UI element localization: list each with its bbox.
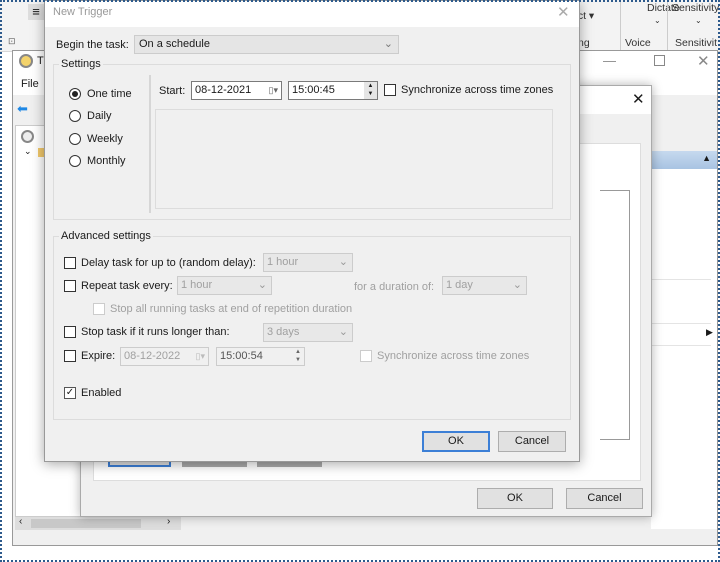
properties-cancel-button[interactable]: Cancel — [566, 488, 643, 509]
schedule-details-panel — [155, 109, 553, 209]
horizontal-scrollbar[interactable]: ‹ › — [15, 516, 181, 530]
delay-label: Delay task for up to (random delay): — [81, 257, 256, 269]
start-time-value: 15:00:45 — [292, 84, 335, 96]
chevron-down-icon: ⌄ — [338, 256, 348, 268]
close-icon[interactable]: ✕ — [697, 52, 710, 70]
stop-all-checkbox[interactable] — [93, 303, 105, 315]
start-label: Start: — [159, 85, 186, 97]
calendar-dropdown-icon[interactable]: ▯▾ — [196, 348, 205, 365]
collapse-up-icon[interactable]: ▲ — [702, 153, 711, 163]
radio-label: Monthly — [87, 155, 126, 167]
duration-select[interactable]: 1 day ⌄ — [442, 276, 527, 295]
back-arrow-icon[interactable]: ⬅ — [17, 101, 28, 117]
expire-label: Expire: — [81, 350, 116, 362]
delay-checkbox[interactable] — [64, 257, 76, 269]
stop-all-label: Stop all running tasks at end of repetit… — [110, 303, 353, 315]
enabled-checkbox[interactable]: ✓ — [64, 387, 76, 399]
radio-label: Daily — [87, 110, 112, 122]
dialog-launcher-icon[interactable]: ⊡ — [8, 36, 16, 47]
begin-task-value: On a schedule — [139, 38, 210, 50]
radio-label: Weekly — [87, 133, 123, 145]
start-date-value: 08-12-2021 — [195, 84, 252, 96]
expire-sync-label: Synchronize across time zones — [377, 350, 530, 362]
chevron-down-icon: ⌄ — [695, 16, 702, 25]
properties-ok-button[interactable]: OK — [477, 488, 553, 509]
expire-time-value: 15:00:54 — [220, 350, 263, 362]
radio-label: One time — [87, 88, 132, 100]
advanced-settings-label: Advanced settings — [59, 230, 153, 242]
time-spinner-icon[interactable]: ▲ ▼ — [292, 348, 304, 365]
time-spinner-icon[interactable]: ▲ ▼ — [364, 82, 377, 99]
dialog-title: New Trigger — [53, 6, 113, 18]
start-date-picker[interactable]: 08-12-2021 ▯▾ — [191, 81, 282, 100]
enabled-label: Enabled — [81, 387, 122, 399]
expire-checkbox[interactable] — [64, 350, 76, 362]
new-trigger-dialog: New Trigger ✕ Begin the task: On a sched… — [44, 0, 580, 462]
delay-select[interactable]: 1 hour ⌄ — [263, 253, 353, 272]
close-icon[interactable]: ✕ — [557, 3, 570, 21]
expire-sync-checkbox[interactable] — [360, 350, 372, 362]
radio-monthly[interactable] — [69, 155, 81, 167]
chevron-down-icon: ⌄ — [383, 38, 393, 50]
cancel-button[interactable]: Cancel — [498, 431, 566, 452]
duration-value: 1 day — [446, 279, 473, 291]
radio-daily[interactable] — [69, 110, 81, 122]
expire-time-input[interactable]: 15:00:54 ▲ ▼ — [216, 347, 305, 366]
chevron-down-icon: ⌄ — [654, 16, 661, 25]
repeat-label: Repeat task every: — [81, 280, 173, 292]
settings-label: Settings — [59, 58, 103, 70]
calendar-dropdown-icon[interactable]: ▯▾ — [269, 82, 278, 99]
clock-icon — [21, 130, 34, 143]
start-time-input[interactable]: 15:00:45 ▲ ▼ — [288, 81, 378, 100]
radio-weekly[interactable] — [69, 133, 81, 145]
repeat-select[interactable]: 1 hour ⌄ — [177, 276, 272, 295]
maximize-icon[interactable] — [654, 55, 665, 66]
repeat-checkbox[interactable] — [64, 280, 76, 292]
begin-task-label: Begin the task: — [56, 39, 129, 51]
expire-date-picker[interactable]: 08-12-2022 ▯▾ — [120, 347, 209, 366]
actions-pane: ▶ — [651, 169, 717, 529]
list-box — [600, 190, 630, 440]
chevron-down-icon: ⌄ — [512, 279, 522, 291]
expand-chevron-icon[interactable]: ⌄ — [24, 146, 32, 157]
stop-task-value: 3 days — [267, 326, 300, 338]
ok-button[interactable]: OK — [422, 431, 490, 452]
divider — [149, 75, 151, 213]
stop-task-label: Stop task if it runs longer than: — [81, 326, 230, 338]
repeat-value: 1 hour — [181, 279, 213, 291]
actions-header[interactable]: ▲ — [651, 151, 717, 169]
duration-label: for a duration of: — [354, 281, 435, 293]
title-bar: New Trigger ✕ — [45, 1, 579, 27]
stop-task-checkbox[interactable] — [64, 326, 76, 338]
stop-task-select[interactable]: 3 days ⌄ — [263, 323, 353, 342]
window-title: T — [37, 55, 44, 67]
delay-value: 1 hour — [267, 256, 299, 268]
chevron-down-icon: ⌄ — [257, 279, 267, 291]
chevron-down-icon: ⌄ — [338, 326, 348, 338]
radio-one-time[interactable] — [69, 88, 81, 100]
sync-timezones-checkbox[interactable] — [384, 84, 396, 96]
ribbon-group-sensitivity: Sensitivit — [675, 37, 718, 49]
menu-icon[interactable]: ≡ — [28, 4, 44, 20]
clock-icon — [19, 54, 33, 68]
submenu-arrow-icon[interactable]: ▶ — [706, 327, 713, 338]
minimize-icon[interactable]: — — [603, 53, 616, 68]
ribbon-group-voice: Voice — [625, 37, 651, 49]
menu-file[interactable]: File — [21, 78, 39, 90]
expire-date-value: 08-12-2022 — [124, 350, 181, 362]
close-icon[interactable]: ✕ — [632, 90, 645, 108]
begin-task-select[interactable]: On a schedule ⌄ — [134, 35, 399, 54]
ribbon-sensitivity-button[interactable]: Sensitivity — [672, 2, 719, 14]
sync-timezones-label: Synchronize across time zones — [401, 84, 554, 96]
